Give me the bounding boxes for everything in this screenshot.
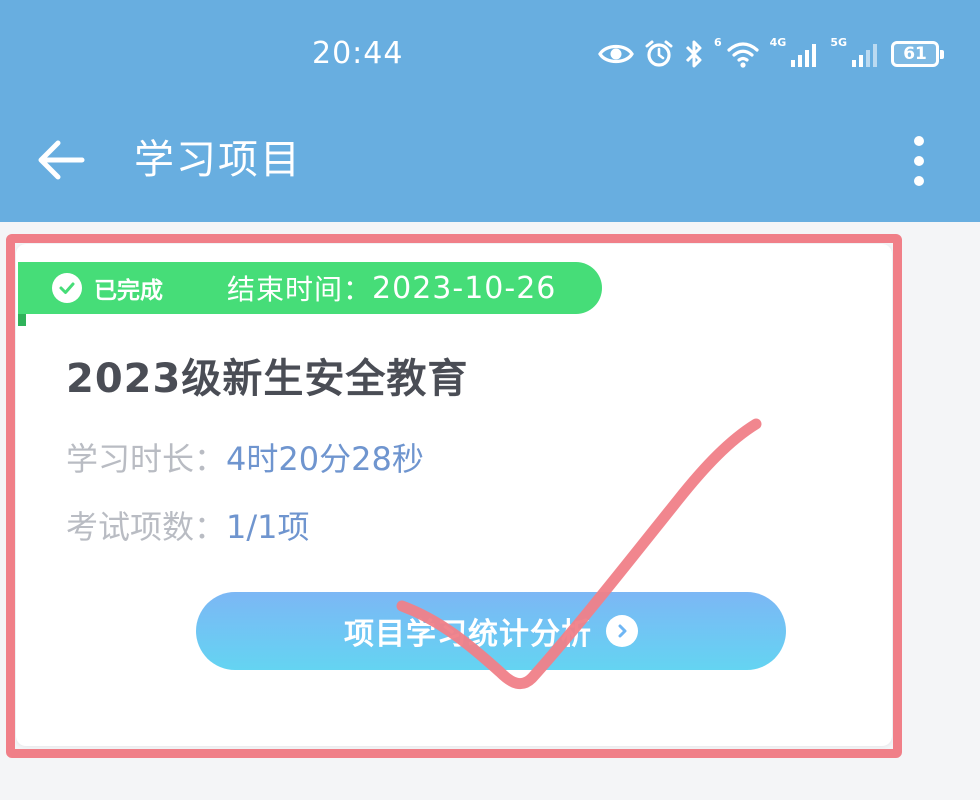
top-bar: 20:44 6 4G 5G 61 学习项目 [0, 0, 980, 222]
signal-icon [790, 40, 820, 68]
banner-fold [18, 314, 26, 326]
course-title: 2023级新生安全教育 [66, 356, 469, 402]
end-time-label: 结束时间： [227, 273, 373, 306]
chevron-right-circle-icon [606, 615, 638, 647]
project-card[interactable] [16, 244, 892, 746]
bluetooth-icon [684, 38, 704, 70]
network-label-4g: 4G [769, 36, 787, 49]
eye-icon [598, 41, 634, 67]
study-duration-label: 学习时长： [66, 440, 227, 478]
completion-status: 已完成 [94, 278, 163, 304]
signal-icon [851, 40, 881, 68]
wifi-icon [726, 40, 760, 68]
exam-count-value: 1/1项 [226, 508, 310, 546]
check-circle-icon [52, 273, 82, 303]
stats-analysis-label: 项目学习统计分析 [344, 617, 592, 652]
study-duration-value: 4时20分28秒 [226, 440, 424, 478]
status-banner: 已完成 结束时间： 2023-10-26 [18, 262, 602, 314]
alarm-icon [644, 39, 674, 69]
stats-analysis-button[interactable]: 项目学习统计分析 [196, 592, 786, 670]
exam-count-row: 考试项数：1/1项 [66, 502, 310, 548]
app-screen: 20:44 6 4G 5G 61 学习项目 已完成 结束时间： 2023-10-… [0, 0, 980, 800]
study-duration-row: 学习时长：4时20分28秒 [66, 434, 424, 480]
back-arrow-icon [34, 140, 90, 190]
end-time-value: 2023-10-26 [372, 270, 557, 306]
status-time: 20:44 [312, 36, 404, 71]
exam-count-label: 考试项数： [66, 508, 227, 546]
battery-level: 61 [903, 44, 927, 64]
page-title: 学习项目 [134, 137, 302, 183]
more-options-button[interactable] [902, 134, 936, 188]
status-icons: 6 4G 5G 61 [598, 34, 945, 74]
wifi-label: 6 [714, 36, 722, 49]
back-button[interactable] [34, 134, 90, 186]
more-vertical-icon [902, 136, 936, 192]
network-label-5g: 5G [830, 36, 848, 49]
battery-icon: 61 [891, 41, 945, 67]
